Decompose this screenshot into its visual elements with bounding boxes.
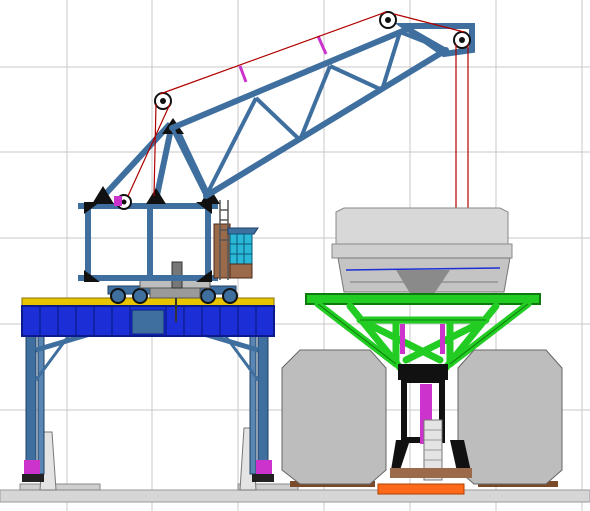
boom-bracing bbox=[170, 30, 447, 197]
lattice-boom bbox=[169, 25, 449, 199]
portal-legs bbox=[22, 331, 274, 482]
operator-cabin bbox=[227, 227, 259, 279]
left-wagon bbox=[281, 349, 387, 485]
machinery-house bbox=[78, 203, 218, 281]
drawing-canvas bbox=[0, 0, 590, 511]
right-wagon bbox=[457, 349, 563, 485]
hopper-base bbox=[377, 483, 465, 495]
hopper-deck bbox=[305, 293, 541, 305]
portal-beam bbox=[21, 305, 275, 337]
crane-elevation-drawing bbox=[0, 0, 590, 511]
tie-rods bbox=[238, 35, 328, 83]
grab-bucket bbox=[331, 207, 513, 259]
